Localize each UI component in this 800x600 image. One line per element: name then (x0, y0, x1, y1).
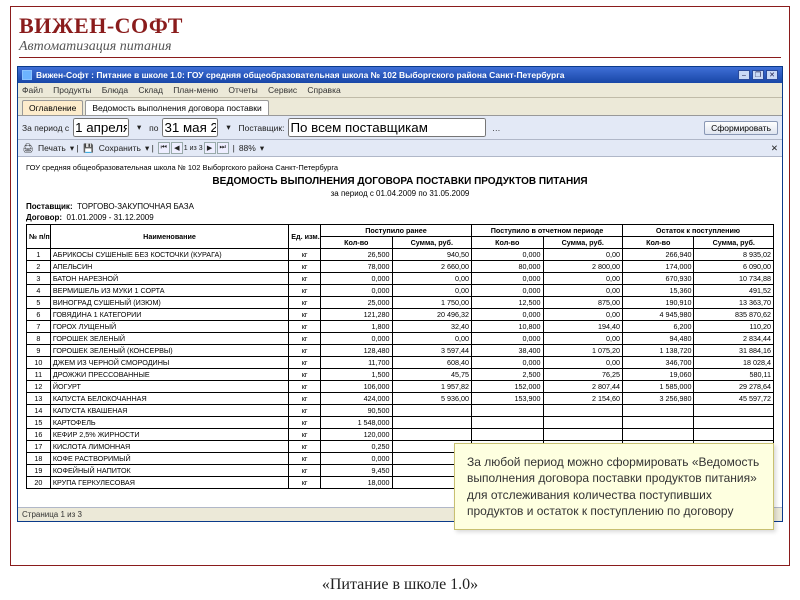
period-toolbar: За период с ▾ по ▾ Поставщик: … Сформиро… (18, 116, 782, 140)
minimize-button[interactable]: – (738, 70, 750, 80)
menu-warehouse[interactable]: Склад (138, 85, 163, 95)
nav-first-icon[interactable]: ⏮ (158, 142, 170, 154)
close-tab-icon[interactable]: ✕ (771, 143, 778, 154)
print-toolbar: 🖨 Печать▾ | 💾 Сохранить▾ | ⏮ ◀ 1 из 3 ▶ … (18, 140, 782, 157)
table-row: 2АПЕЛЬСИНкг78,0002 660,0080,0002 800,001… (27, 261, 774, 273)
th-sum: Сумма, руб. (694, 237, 774, 249)
table-row: 5ВИНОГРАД СУШЕНЫЙ (ИЗЮМ)кг25,0001 750,00… (27, 297, 774, 309)
contract-meta-label: Договор: (26, 213, 62, 222)
table-row: 7ГОРОХ ЛУЩЕНЫЙкг1,80032,4010,800194,406,… (27, 321, 774, 333)
th-name: Наименование (50, 225, 288, 249)
date-to-input[interactable] (162, 118, 218, 137)
th-unit: Ед. изм. (289, 225, 321, 249)
brand-subtitle: Автоматизация питания (19, 39, 781, 58)
th-sum: Сумма, руб. (543, 237, 622, 249)
th-group1: Поступило ранее (321, 225, 472, 237)
print-button[interactable]: Печать (38, 143, 66, 153)
table-row: 16КЕФИР 2,5% ЖИРНОСТИкг120,000 (27, 429, 774, 441)
report-period: за период с 01.04.2009 по 31.05.2009 (26, 189, 774, 198)
supplier-select[interactable] (288, 118, 486, 137)
th-qty: Кол-во (622, 237, 694, 249)
menu-plan[interactable]: План-меню (173, 85, 218, 95)
th-group3: Остаток к поступлению (622, 225, 773, 237)
table-row: 3БАТОН НАРЕЗНОЙкг0,0000,000,0000,00670,9… (27, 273, 774, 285)
th-qty: Кол-во (472, 237, 544, 249)
table-row: 8ГОРОШЕК ЗЕЛЕНЫЙкг0,0000,000,0000,0094,4… (27, 333, 774, 345)
table-row: 9ГОРОШЕК ЗЕЛЕНЫЙ (КОНСЕРВЫ)кг128,4803 59… (27, 345, 774, 357)
table-row: 1АБРИКОСЫ СУШЕНЫЕ БЕЗ КОСТОЧКИ (КУРАГА)к… (27, 249, 774, 261)
save-button[interactable]: Сохранить (99, 143, 141, 153)
table-row: 12ЙОГУРТкг106,0001 957,82152,0002 807,44… (27, 381, 774, 393)
tab-report[interactable]: Ведомость выполнения договора поставки (85, 100, 268, 115)
menu-service[interactable]: Сервис (268, 85, 297, 95)
th-group2: Поступило в отчетном периоде (472, 225, 623, 237)
table-row: 11ДРОЖЖИ ПРЕССОВАННЫЕкг1,50045,752,50076… (27, 369, 774, 381)
nav-prev-icon[interactable]: ◀ (171, 142, 183, 154)
calendar-icon[interactable]: ▾ (133, 122, 145, 134)
table-row: 6ГОВЯДИНА 1 КАТЕГОРИИкг121,28020 496,320… (27, 309, 774, 321)
table-row: 10ДЖЕМ ИЗ ЧЕРНОЙ СМОРОДИНЫкг11,700608,40… (27, 357, 774, 369)
table-row: 13КАПУСТА БЕЛОКОЧАННАЯкг424,0005 936,001… (27, 393, 774, 405)
date-from-input[interactable] (73, 118, 129, 137)
print-icon[interactable]: 🖨 (22, 142, 34, 154)
calendar-icon[interactable]: ▾ (222, 122, 234, 134)
app-icon (22, 70, 32, 80)
menu-dishes[interactable]: Блюда (102, 85, 128, 95)
close-button[interactable]: ✕ (766, 70, 778, 80)
menu-reports[interactable]: Отчеты (228, 85, 257, 95)
table-row: 15КАРТОФЕЛЬкг1 548,000 (27, 417, 774, 429)
titlebar[interactable]: Вижен-Софт : Питание в школе 1.0: ГОУ ср… (18, 67, 782, 83)
supplier-meta: ТОРГОВО-ЗАКУПОЧНАЯ БАЗА (77, 202, 194, 211)
nav-last-icon[interactable]: ⏭ (217, 142, 229, 154)
th-qty: Кол-во (321, 237, 393, 249)
brand-title: ВИЖЕН-СОФТ (19, 13, 781, 39)
menu-help[interactable]: Справка (307, 85, 340, 95)
th-sum: Сумма, руб. (392, 237, 471, 249)
nav-pages: 1 из 3 (184, 142, 203, 154)
lookup-icon[interactable]: … (490, 122, 502, 134)
annotation-callout: За любой период можно сформировать «Ведо… (454, 443, 774, 530)
tab-contents[interactable]: Оглавление (22, 100, 83, 115)
menu-products[interactable]: Продукты (53, 85, 91, 95)
contract-meta: 01.01.2009 - 31.12.2009 (67, 213, 154, 222)
table-row: 4ВЕРМИШЕЛЬ ИЗ МУКИ 1 СОРТАкг0,0000,000,0… (27, 285, 774, 297)
footer-caption: «Питание в школе 1.0» (0, 576, 800, 594)
supplier-meta-label: Поставщик: (26, 202, 73, 211)
period-label: За период с (22, 123, 69, 133)
table-row: 14КАПУСТА КВАШЕНАЯкг90,500 (27, 405, 774, 417)
save-icon[interactable]: 💾 (83, 142, 95, 154)
window-title: Вижен-Софт : Питание в школе 1.0: ГОУ ср… (36, 70, 738, 80)
report-title: ВЕДОМОСТЬ ВЫПОЛНЕНИЯ ДОГОВОРА ПОСТАВКИ П… (26, 176, 774, 187)
supplier-label: Поставщик: (238, 123, 284, 133)
menubar: Файл Продукты Блюда Склад План-меню Отче… (18, 83, 782, 98)
menu-file[interactable]: Файл (22, 85, 43, 95)
zoom-value[interactable]: 88% (239, 143, 256, 153)
org-name: ГОУ средняя общеобразовательная школа № … (26, 163, 774, 172)
th-no: № п/п (27, 225, 51, 249)
maximize-button[interactable]: ❐ (752, 70, 764, 80)
form-report-button[interactable]: Сформировать (704, 121, 778, 135)
nav-next-icon[interactable]: ▶ (204, 142, 216, 154)
period-to-label: по (149, 123, 158, 133)
